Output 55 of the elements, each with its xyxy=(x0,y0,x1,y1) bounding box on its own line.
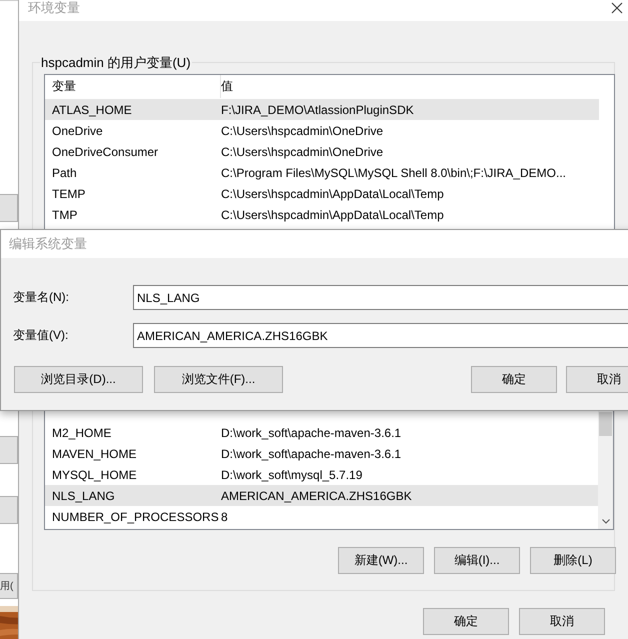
table-cell-text: TMP xyxy=(51,208,78,222)
table-cell: C:\Users\hspcadmin\OneDrive xyxy=(221,124,384,138)
window-title: 环境变量 xyxy=(28,0,80,17)
table-cell-text: OneDrive xyxy=(51,124,104,138)
field-label: 变量值(V): xyxy=(13,327,70,344)
table-cell-text: NUMBER_OF_PROCESSORS xyxy=(51,510,220,524)
table-cell: D:\work_soft\mysql_5.7.19 xyxy=(221,468,362,482)
scroll-thumb[interactable] xyxy=(599,412,612,436)
table-cell-text: NLS_LANG xyxy=(51,488,116,502)
table-cell-text: TEMP xyxy=(51,186,86,200)
table-cell-text: OneDriveConsumer xyxy=(51,144,160,158)
list-row[interactable]: OneDrive C:\Users\hspcadmin\OneDrive xyxy=(45,120,599,141)
table-cell: D:\work_soft\apache-maven-3.6.1 xyxy=(221,446,402,460)
list-row[interactable]: NUMBER_OF_PROCESSORS 8 xyxy=(45,506,598,527)
table-cell-text: Path xyxy=(51,166,78,180)
list-row[interactable]: TMP C:\Users\hspcadmin\AppData\Local\Temp xyxy=(45,204,599,225)
dialog-button[interactable]: 编辑(I)... xyxy=(434,547,520,574)
table-cell-text: MYSQL_HOME xyxy=(51,468,138,482)
list-row[interactable]: NLS_LANG AMERICAN_AMERICA.ZHS16GBK xyxy=(45,485,598,506)
table-cell: D:\work_soft\apache-maven-3.6.1 xyxy=(221,426,402,440)
dialog-button[interactable]: 新建(W)... xyxy=(338,547,424,574)
list-row[interactable]: M2_HOME D:\work_soft\apache-maven-3.6.1 xyxy=(45,422,598,443)
column-header[interactable]: 变量 xyxy=(45,75,221,98)
table-cell: C:\Program Files\MySQL\MySQL Shell 8.0\bin\;F:\JIRA_DEMO... xyxy=(221,166,566,180)
chevron-down-icon[interactable] xyxy=(602,519,610,524)
browse-button[interactable]: 浏览文件(F)... xyxy=(154,366,283,393)
list-row[interactable]: Path C:\Program Files\MySQL\MySQL Shell 8.0\bin\;F:\JIRA_DEMO... xyxy=(45,162,599,183)
table-cell: 8 xyxy=(221,510,228,524)
dialog-button[interactable]: 确定 xyxy=(471,366,557,393)
column-header[interactable]: 值 xyxy=(221,75,233,98)
table-cell-text: MAVEN_HOME xyxy=(51,446,138,460)
table-cell: AMERICAN_AMERICA.ZHS16GBK xyxy=(221,488,412,502)
list-row[interactable]: TEMP C:\Users\hspcadmin\AppData\Local\Temp xyxy=(45,183,599,204)
input-field[interactable]: NLS_LANG xyxy=(133,285,628,310)
dialog-button[interactable]: 删除(L) xyxy=(530,547,616,574)
list-row[interactable]: MYSQL_HOME D:\work_soft\mysql_5.7.19 xyxy=(45,464,598,485)
group-title: hspcadmin 的用户变量(U) xyxy=(40,54,192,72)
dialog-button[interactable]: 确定 xyxy=(423,608,509,635)
close-icon[interactable] xyxy=(611,2,623,14)
list-row[interactable]: ATLAS_HOME F:\JIRA_DEMO\AtlassionPluginSDK xyxy=(45,99,599,120)
browse-button[interactable]: 浏览目录(D)... xyxy=(14,366,143,393)
table-cell: C:\Users\hspcadmin\AppData\Local\Temp xyxy=(221,186,444,200)
dialog-title: 编辑系统变量 xyxy=(9,235,87,253)
table-cell-text: M2_HOME xyxy=(51,426,112,440)
background-button[interactable]: 用( xyxy=(0,573,18,599)
input-field[interactable]: AMERICAN_AMERICA.ZHS16GBK xyxy=(133,323,628,348)
list-row[interactable]: MAVEN_HOME D:\work_soft\apache-maven-3.6.1 xyxy=(45,443,598,464)
dialog-button[interactable]: 取消 xyxy=(566,366,628,393)
table-cell: C:\Users\hspcadmin\AppData\Local\Temp xyxy=(221,208,444,222)
field-label: 变量名(N): xyxy=(13,289,70,306)
dialog-button[interactable]: 取消 xyxy=(519,608,605,635)
table-cell-text: ATLAS_HOME xyxy=(51,102,133,116)
list-row[interactable]: OneDriveConsumer C:\Users\hspcadmin\OneDrive xyxy=(45,141,599,162)
table-cell: F:\JIRA_DEMO\AtlassionPluginSDK xyxy=(221,102,414,116)
table-cell: C:\Users\hspcadmin\OneDrive xyxy=(221,144,384,158)
